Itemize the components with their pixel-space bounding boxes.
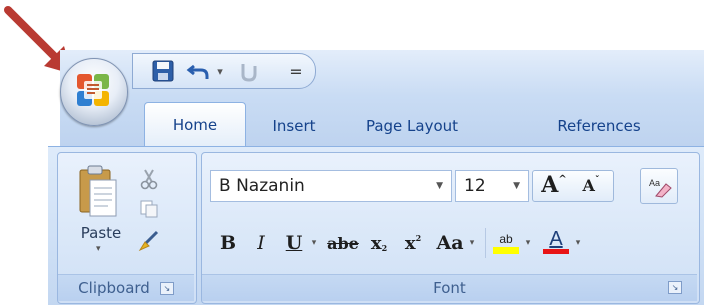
subscript-label: x [370, 232, 382, 254]
save-button[interactable] [150, 58, 176, 84]
font-color-swatch [543, 249, 569, 254]
italic-button[interactable]: I [247, 228, 275, 258]
paste-icon [79, 165, 117, 217]
underline-dropdown-icon[interactable]: ▾ [307, 228, 321, 258]
paste-label: Paste [80, 224, 122, 242]
undo-button[interactable] [184, 58, 214, 84]
bold-button[interactable]: B [214, 228, 242, 258]
font-size-value: 12 [464, 176, 486, 196]
superscript-mark-icon: 2 [415, 233, 422, 243]
font-size-combo[interactable]: 12 ▼ [455, 170, 529, 202]
font-color-label: A [549, 228, 563, 250]
superscript-label: x [404, 232, 416, 254]
font-color-dropdown-icon[interactable]: ▾ [572, 228, 584, 258]
highlight-label: ab [499, 232, 513, 246]
shrink-caret-icon: ˇ [594, 176, 600, 186]
clipboard-group-label: Clipboard [78, 279, 150, 297]
clipboard-group-footer: Clipboard ↘ [58, 274, 194, 301]
clear-formatting-button[interactable]: Aa [640, 168, 678, 204]
font-separator [485, 228, 486, 258]
highlight-dropdown-icon[interactable]: ▾ [522, 228, 534, 258]
tab-insert[interactable]: Insert [254, 106, 334, 146]
tab-references[interactable]: References [536, 106, 662, 146]
font-launcher-icon[interactable]: ↘ [668, 281, 682, 294]
svg-text:Aa: Aa [649, 178, 660, 188]
shrink-font-label: A [582, 175, 595, 195]
subscript-button[interactable]: x2 [364, 228, 394, 258]
tab-home[interactable]: Home [144, 102, 246, 147]
copy-button[interactable] [136, 196, 162, 222]
font-name-dropdown-icon[interactable]: ▼ [436, 181, 451, 191]
scissors-icon [140, 169, 158, 190]
underline-button[interactable]: U [280, 228, 308, 258]
tab-page-layout[interactable]: Page Layout [344, 106, 480, 146]
clipboard-launcher-icon[interactable]: ↘ [159, 281, 174, 295]
highlight-button[interactable]: ab [490, 228, 522, 258]
change-case-dropdown-icon[interactable]: ▾ [466, 228, 478, 258]
paste-button[interactable] [78, 164, 118, 224]
font-color-button[interactable]: A [540, 226, 572, 256]
highlight-color-swatch [493, 247, 519, 254]
shrink-font-button[interactable]: Aˇ [574, 170, 608, 200]
grow-caret-icon: ^ [558, 174, 567, 185]
office-logo-icon [77, 74, 109, 106]
font-name-value: B Nazanin [219, 176, 305, 196]
format-painter-button[interactable] [134, 228, 164, 254]
font-size-dropdown-icon[interactable]: ▼ [513, 181, 528, 191]
copy-icon [140, 200, 158, 218]
save-icon [152, 60, 174, 82]
grow-font-button[interactable]: A ^ [536, 170, 572, 200]
font-group-footer: Font [202, 274, 697, 301]
customize-qat-button[interactable]: = [286, 58, 306, 84]
font-name-combo[interactable]: B Nazanin ▼ [210, 170, 452, 202]
grow-font-label: A [541, 172, 559, 198]
cut-button[interactable] [136, 166, 162, 192]
format-painter-icon [138, 230, 159, 252]
superscript-button[interactable]: x2 [398, 228, 428, 258]
undo-icon [186, 64, 209, 79]
paste-dropdown-icon[interactable]: ▾ [96, 244, 101, 254]
change-case-button[interactable]: Aa [432, 228, 468, 258]
redo-icon [241, 64, 257, 82]
subscript-mark-icon: 2 [381, 243, 388, 253]
redo-button[interactable] [234, 58, 264, 84]
font-group-label: Font [433, 279, 466, 297]
strikethrough-button[interactable]: abe [324, 228, 362, 258]
undo-dropdown[interactable]: ▾ [214, 58, 226, 84]
clear-formatting-icon: Aa [649, 178, 672, 198]
